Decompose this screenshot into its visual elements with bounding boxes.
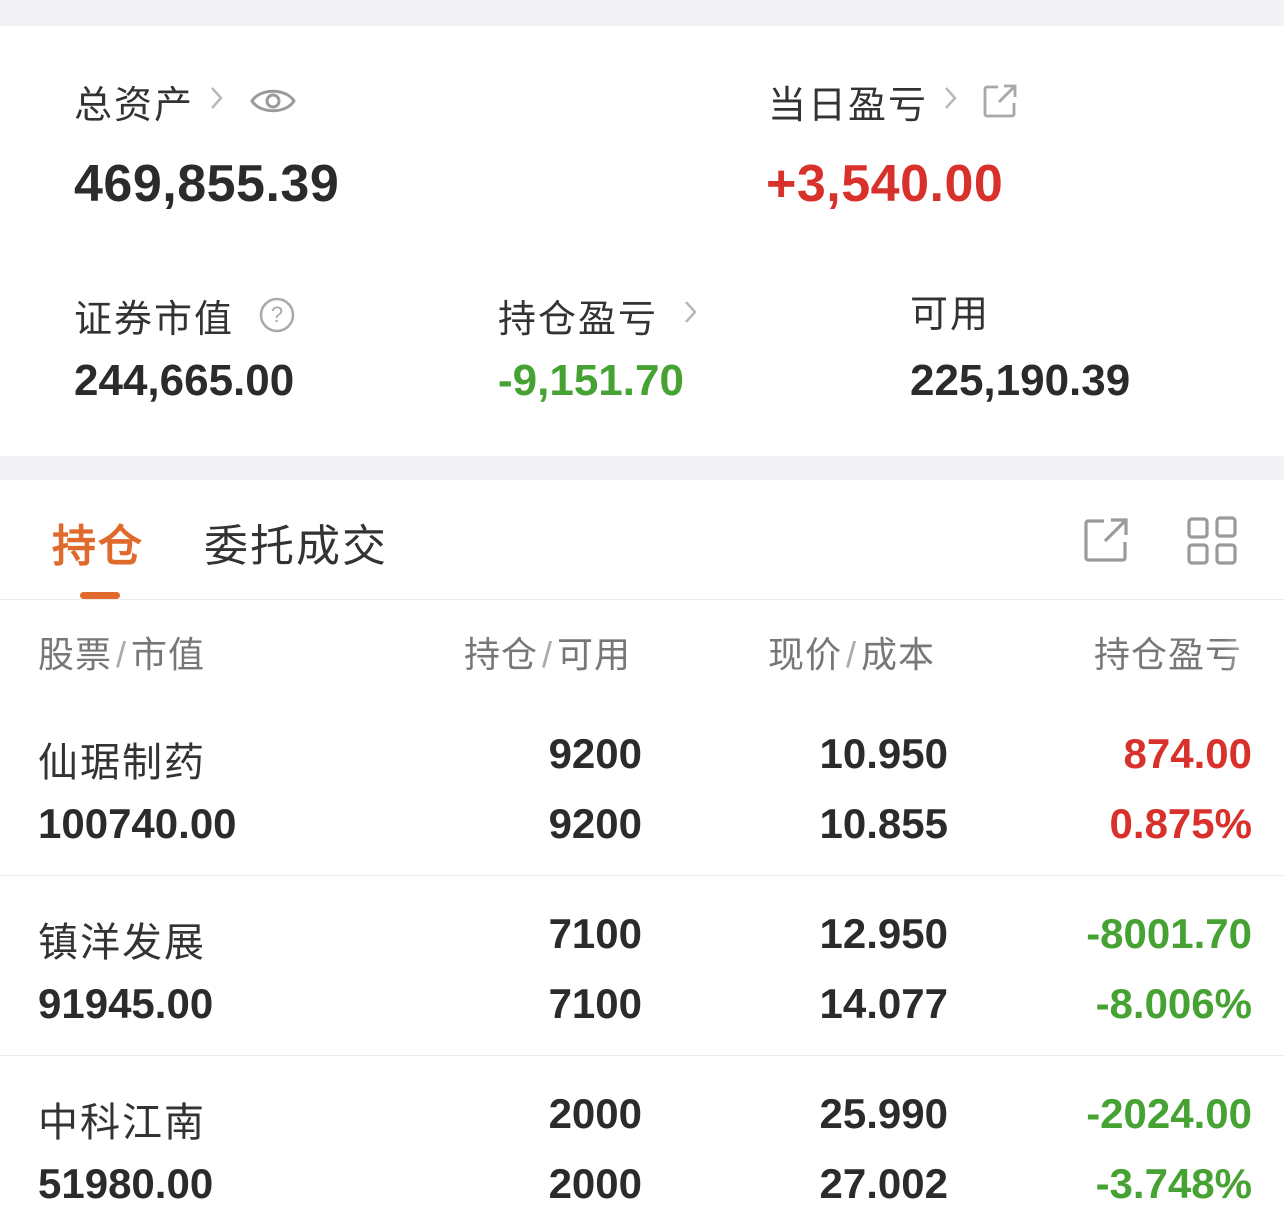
position-pnl-label: 持仓盈亏 (498, 298, 659, 341)
row-divider (0, 875, 1284, 876)
share-icon[interactable] (1082, 516, 1130, 564)
section-spacer (0, 456, 1284, 480)
pnl-cell: -2024.00 (1086, 1090, 1252, 1137)
market-value-cell: 51980.00 (38, 1160, 214, 1207)
total-assets-label: 总资产 (74, 84, 195, 127)
grid-menu-icon[interactable] (1186, 516, 1238, 566)
price-cell: 25.990 (819, 1090, 948, 1137)
position-pnl-header[interactable]: 持仓盈亏 (498, 290, 700, 341)
column-header-market-value-label: 市值 (131, 634, 206, 675)
price-cell: 12.950 (819, 910, 948, 957)
position-cell: 2000 (548, 1090, 642, 1137)
header-fade-overlay (1224, 626, 1284, 676)
stock-name: 仙琚制药 (38, 741, 206, 785)
row-divider (0, 1055, 1284, 1056)
available-value: 225,190.39 (910, 356, 1131, 405)
pnl-percent-cell: -8.006% (1095, 980, 1252, 1027)
daily-pnl-label: 当日盈亏 (768, 84, 929, 127)
price-cell: 10.950 (819, 730, 948, 777)
stock-name: 镇洋发展 (38, 921, 206, 965)
column-header-cost-label: 成本 (861, 634, 936, 675)
help-icon[interactable]: ? (258, 296, 296, 334)
tab-orders-trades[interactable]: 委托成交 (204, 510, 388, 574)
tabs-divider (0, 599, 1284, 600)
available-cell: 9200 (548, 800, 642, 847)
column-separator: / (846, 634, 858, 675)
column-header-position-label: 持仓 (464, 634, 539, 675)
market-value-header[interactable]: 证券市值 ? (74, 290, 296, 341)
market-value-cell: 100740.00 (38, 800, 237, 847)
table-row[interactable]: 仙琚制药 100740.00 9200 9200 10.950 10.855 8… (0, 710, 1284, 874)
available-cell: 2000 (548, 1160, 642, 1207)
chevron-right-icon (942, 83, 960, 120)
pnl-percent-cell: -3.748% (1095, 1160, 1252, 1207)
market-value-value: 244,665.00 (74, 356, 295, 405)
total-assets-value: 469,855.39 (74, 155, 340, 213)
cost-cell: 14.077 (819, 980, 948, 1027)
column-header-price[interactable]: 现价 / 成本 (768, 626, 935, 678)
column-header-position[interactable]: 持仓 / 可用 (464, 626, 631, 678)
chevron-right-icon (208, 83, 226, 120)
cost-cell: 10.855 (819, 800, 948, 847)
daily-pnl-value: +3,540.00 (766, 155, 1004, 213)
share-icon[interactable] (982, 83, 1018, 119)
tab-positions[interactable]: 持仓 (52, 510, 144, 574)
pnl-percent-cell: 0.875% (1109, 800, 1252, 847)
svg-text:?: ? (271, 302, 283, 327)
table-row[interactable]: 中科江南 51980.00 2000 2000 25.990 27.002 -2… (0, 1070, 1284, 1220)
column-header-pnl[interactable]: 持仓盈亏 (1094, 626, 1242, 678)
pnl-cell: -8001.70 (1086, 910, 1252, 957)
available-cell: 7100 (548, 980, 642, 1027)
active-tab-indicator (80, 592, 120, 599)
column-header-stock[interactable]: 股票 / 市值 (38, 626, 205, 678)
total-assets-header[interactable]: 总资产 (74, 76, 296, 127)
market-value-label: 证券市值 (74, 298, 235, 341)
top-spacer (0, 0, 1284, 26)
table-row[interactable]: 镇洋发展 91945.00 7100 7100 12.950 14.077 -8… (0, 890, 1284, 1054)
column-separator: / (542, 634, 554, 675)
eye-icon[interactable] (250, 86, 296, 116)
column-header-price-label: 现价 (768, 634, 843, 675)
column-header-available-label: 可用 (557, 634, 632, 675)
column-header-stock-label: 股票 (38, 634, 113, 675)
position-cell: 9200 (548, 730, 642, 777)
stock-name: 中科江南 (38, 1101, 206, 1145)
positions-card: 持仓 委托成交 股票 / 市值 持仓 / 可用 现价 / 成本 持仓盈亏 仙琚制药 1007… (0, 480, 1284, 1220)
pnl-cell: 874.00 (1123, 730, 1252, 777)
market-value-cell: 91945.00 (38, 980, 214, 1027)
chevron-right-icon (682, 297, 700, 334)
daily-pnl-header[interactable]: 当日盈亏 (768, 76, 1018, 127)
position-pnl-value: -9,151.70 (498, 356, 684, 405)
available-label: 可用 (910, 294, 991, 336)
asset-summary-card: 总资产 469,855.39 当日盈亏 +3,540.00 证券市值 ? 244… (0, 26, 1284, 456)
position-cell: 7100 (548, 910, 642, 957)
column-separator: / (116, 634, 128, 675)
cost-cell: 27.002 (819, 1160, 948, 1207)
